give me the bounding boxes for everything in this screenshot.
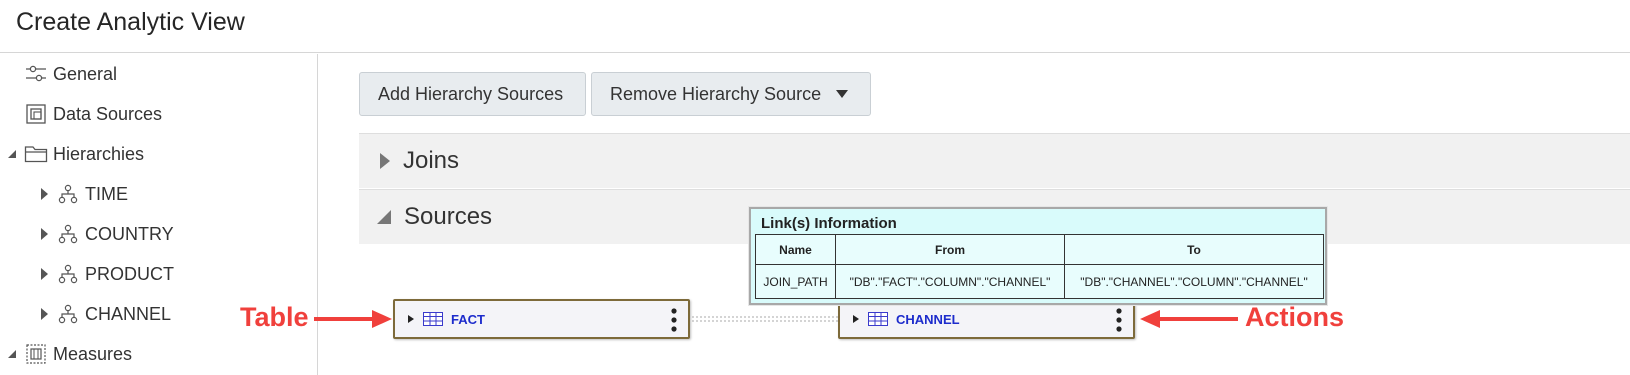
table-name: FACT — [451, 311, 485, 327]
sidebar-item-channel[interactable]: CHANNEL — [38, 294, 171, 334]
measures-icon — [24, 342, 48, 366]
link-info-title: Link(s) Information — [761, 215, 897, 232]
sidebar-item-time[interactable]: TIME — [38, 174, 128, 214]
table-cell: "DB"."FACT"."COLUMN"."CHANNEL" — [835, 264, 1065, 299]
expand-triangle-icon[interactable] — [407, 314, 415, 324]
expand-triangle-icon[interactable] — [38, 307, 52, 321]
actions-menu-icon[interactable] — [668, 307, 680, 333]
expand-triangle-icon[interactable] — [38, 187, 52, 201]
column-header: To — [1064, 234, 1324, 265]
annotation-arrow-left — [1140, 310, 1238, 328]
remove-hierarchy-source-button[interactable]: Remove Hierarchy Source — [591, 72, 871, 116]
collapse-triangle-icon[interactable] — [6, 348, 20, 360]
data-sources-icon — [24, 102, 48, 126]
expand-triangle-icon[interactable] — [38, 227, 52, 241]
sidebar-item-label: TIME — [85, 183, 128, 204]
joins-panel-header[interactable]: Joins — [359, 133, 1630, 188]
sidebar-item-data-sources[interactable]: Data Sources — [24, 94, 162, 134]
sidebar-item-label: Measures — [53, 343, 133, 364]
sidebar-item-label: Hierarchies — [53, 143, 145, 164]
sidebar-item-label: PRODUCT — [85, 263, 174, 284]
join-link-line[interactable] — [688, 314, 838, 324]
joins-label: Joins — [403, 147, 460, 174]
sidebar-item-hierarchies[interactable]: Hierarchies — [6, 134, 144, 174]
table-node-channel[interactable]: CHANNEL — [838, 299, 1135, 339]
sidebar-item-country[interactable]: COUNTRY — [38, 214, 174, 254]
sidebar-item-product[interactable]: PRODUCT — [38, 254, 174, 294]
table-name: CHANNEL — [896, 311, 960, 327]
button-label: Add Hierarchy Sources — [378, 83, 564, 104]
hierarchy-icon — [56, 182, 80, 206]
add-hierarchy-sources-button[interactable]: Add Hierarchy Sources — [359, 72, 586, 116]
button-label: Remove Hierarchy Source — [610, 83, 822, 104]
table-icon — [423, 312, 443, 326]
sidebar-item-label: CHANNEL — [85, 303, 172, 324]
expand-triangle-icon — [379, 152, 391, 170]
sidebar-item-label: Data Sources — [53, 103, 163, 124]
sidebar-item-label: General — [53, 63, 118, 84]
expand-triangle-icon[interactable] — [852, 314, 860, 324]
table-icon — [868, 312, 888, 326]
folder-icon — [24, 142, 48, 166]
hierarchy-icon — [56, 262, 80, 286]
sidebar-item-measures[interactable]: Measures — [6, 334, 132, 374]
sidebar-item-general[interactable]: General — [24, 54, 117, 94]
column-header: From — [835, 234, 1065, 265]
table-annotation-label: Table — [240, 302, 309, 332]
settings-sliders-icon — [24, 62, 48, 86]
table-cell: JOIN_PATH — [755, 264, 836, 299]
table-node-fact[interactable]: FACT — [393, 299, 690, 339]
page-title: Create Analytic View — [16, 8, 245, 36]
sources-label: Sources — [404, 203, 493, 230]
link-info-tooltip: Link(s) Information Name From To JOIN_PA… — [749, 207, 1327, 305]
expand-triangle-icon[interactable] — [38, 267, 52, 281]
actions-annotation-label: Actions — [1245, 302, 1345, 332]
dropdown-arrow-icon — [835, 89, 849, 99]
collapse-triangle-icon[interactable] — [6, 148, 20, 160]
table-row: JOIN_PATH "DB"."FACT"."COLUMN"."CHANNEL"… — [755, 264, 1324, 299]
column-header: Name — [755, 234, 836, 265]
hierarchy-icon — [56, 222, 80, 246]
collapse-triangle-icon — [376, 209, 392, 225]
sidebar-item-label: COUNTRY — [85, 223, 174, 244]
annotation-arrow-right — [314, 310, 392, 328]
hierarchy-icon — [56, 302, 80, 326]
actions-menu-icon[interactable] — [1113, 307, 1125, 333]
page-header: Create Analytic View — [0, 0, 1630, 53]
table-cell: "DB"."CHANNEL"."COLUMN"."CHANNEL" — [1064, 264, 1324, 299]
link-info-table: Name From To JOIN_PATH "DB"."FACT"."COLU… — [755, 234, 1324, 299]
